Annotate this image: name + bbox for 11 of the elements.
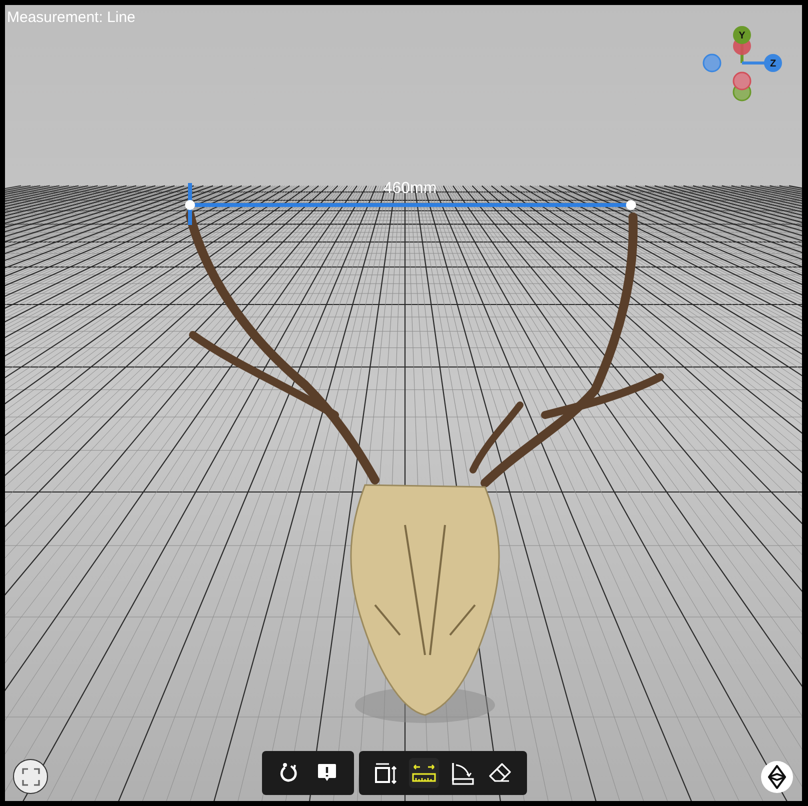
octahedron-icon bbox=[768, 765, 786, 789]
fullscreen-icon bbox=[22, 768, 40, 786]
dimensions-icon bbox=[374, 761, 398, 785]
ar-view-button[interactable] bbox=[761, 761, 793, 793]
fullscreen-button[interactable] bbox=[13, 759, 48, 794]
eraser-icon bbox=[488, 761, 512, 785]
mode-title: Measurement: Line bbox=[7, 9, 136, 27]
axis-label: Y bbox=[738, 30, 746, 42]
angle-ruler-icon bbox=[450, 761, 474, 785]
axis-label: Z bbox=[770, 58, 776, 70]
ruler-tool-button[interactable] bbox=[409, 758, 439, 788]
